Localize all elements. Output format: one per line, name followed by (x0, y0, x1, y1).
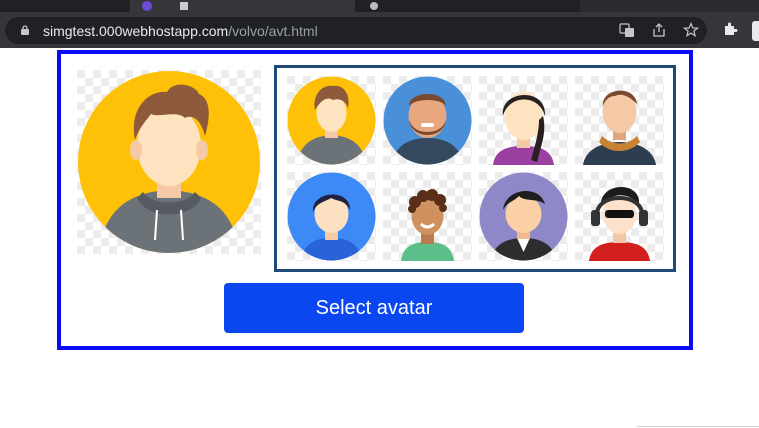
tab-favicon-icon (370, 2, 378, 10)
browser-toolbar: simgtest.000webhostapp.com/volvo/avt.htm… (0, 12, 759, 48)
translate-icon[interactable] (619, 22, 635, 38)
avatar-option-boy-purple[interactable] (479, 172, 568, 261)
avatar-option-headphones-man[interactable] (575, 172, 664, 261)
extensions-icon[interactable] (722, 21, 738, 37)
select-avatar-button[interactable]: Select avatar (224, 283, 524, 333)
selected-avatar-image (77, 70, 261, 254)
tab-favicon-icon (142, 1, 152, 11)
browser-tab[interactable] (130, 0, 355, 12)
share-icon[interactable] (651, 22, 667, 38)
profile-icon[interactable] (752, 21, 759, 41)
bookmark-star-icon[interactable] (682, 21, 700, 38)
url-text[interactable]: simgtest.000webhostapp.com/volvo/avt.htm… (43, 23, 318, 39)
avatar-option-curly-boy[interactable] (383, 172, 472, 261)
lock-icon[interactable] (21, 25, 29, 35)
avatar-option-woman-braid[interactable] (479, 76, 568, 165)
tab-page-icon (180, 2, 188, 10)
avatar-option-boy-blue[interactable] (287, 172, 376, 261)
browser-tab[interactable] (580, 0, 759, 12)
avatar-option-hoodie-man[interactable] (287, 76, 376, 165)
address-bar[interactable]: simgtest.000webhostapp.com/volvo/avt.htm… (5, 17, 707, 44)
page-divider (637, 426, 759, 427)
avatar-option-man-scarf[interactable] (575, 76, 664, 165)
avatar-options-grid (274, 65, 676, 272)
avatar-option-bearded-man[interactable] (383, 76, 472, 165)
tab-strip (0, 0, 759, 12)
avatar-picker-frame: Select avatar (57, 50, 693, 350)
